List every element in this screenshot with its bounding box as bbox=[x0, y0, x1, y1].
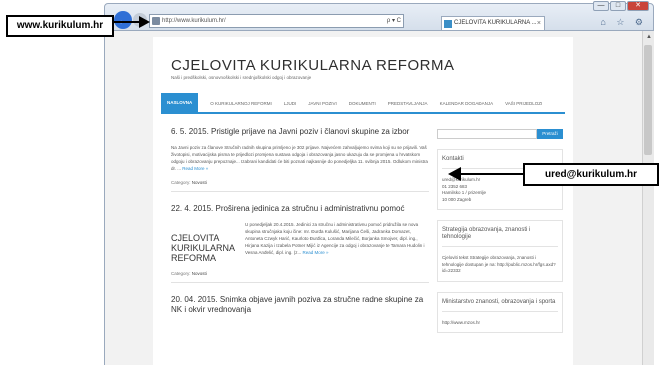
post-excerpt-text: U ponedjeljak 20.4.2015. Jedinici za str… bbox=[245, 222, 425, 255]
forward-arrow-icon[interactable]: → bbox=[133, 13, 147, 27]
browser-chrome: — □ ✕ ← → http://www.kurikulum.hr/ ρ ▾ C… bbox=[104, 1, 654, 31]
tab-label: CJELOVITA KURIKULARNA ... bbox=[454, 20, 537, 26]
strategy-title: Strategija obrazovanja, znanosti i tehno… bbox=[442, 221, 558, 247]
scroll-up-icon[interactable]: ▲ bbox=[646, 34, 652, 40]
post-content-row: CJELOVITA KURIKULARNA REFORMA U ponedjel… bbox=[171, 221, 429, 263]
vertical-scrollbar[interactable]: ▲ bbox=[642, 31, 654, 365]
close-button[interactable]: ✕ bbox=[627, 1, 649, 11]
main-column: 6. 5. 2015. Pristigle prijave na Javni p… bbox=[171, 127, 429, 315]
post: 6. 5. 2015. Pristigle prijave na Javni p… bbox=[171, 127, 429, 185]
search-form: Pretraži bbox=[437, 129, 563, 139]
post-divider bbox=[171, 191, 429, 192]
post-category-link[interactable]: Novosti bbox=[192, 180, 207, 185]
ministry-widget: Ministarstvo znanosti, obrazovanja i spo… bbox=[437, 291, 563, 333]
ministry-title: Ministarstvo znanosti, obrazovanja i spo… bbox=[442, 293, 558, 312]
address-tools[interactable]: ρ ▾ C bbox=[387, 15, 401, 27]
post-category-link[interactable]: Novosti bbox=[192, 271, 207, 276]
nav-item-kalendar[interactable]: KALENDAR DOGAĐANJA bbox=[440, 101, 494, 106]
nav-item-o-kurikularnoj-reformi[interactable]: O KURIKULARNOJ REFORMI bbox=[210, 101, 272, 106]
back-arrow-icon[interactable]: ← bbox=[114, 11, 132, 29]
strategy-widget: Strategija obrazovanja, znanosti i tehno… bbox=[437, 220, 563, 282]
nav-item-javni-pozivi[interactable]: JAVNI POZIVI bbox=[308, 101, 336, 106]
post: 22. 4. 2015. Proširena jedinica za struč… bbox=[171, 204, 429, 276]
scroll-thumb[interactable] bbox=[644, 45, 652, 155]
logo-line: KURIKULARNA bbox=[171, 243, 236, 253]
search-input[interactable] bbox=[437, 129, 537, 139]
read-more-link[interactable]: Read More » bbox=[303, 250, 329, 255]
post-title[interactable]: 22. 4. 2015. Proširena jedinica za struč… bbox=[171, 204, 429, 214]
post-title[interactable]: 6. 5. 2015. Pristigle prijave na Javni p… bbox=[171, 127, 429, 137]
window-controls: — □ ✕ bbox=[593, 1, 649, 11]
logo-line: CJELOVITA bbox=[171, 233, 220, 243]
site-tagline: Naši i predškolski, osnovnoškolski i sre… bbox=[171, 75, 312, 80]
read-more-link[interactable]: Read More » bbox=[182, 166, 208, 171]
email-annotation-label: ured@kurikulum.hr bbox=[523, 163, 659, 186]
nav-item-prijedlozi[interactable]: VAŠI PRIJEDLOZI bbox=[505, 101, 542, 106]
search-button[interactable]: Pretraži bbox=[537, 129, 563, 139]
sidebar: Pretraži Kontakti ured@kurikulum.hr 01 2… bbox=[437, 129, 563, 333]
url-annotation-label: www.kurikulum.hr bbox=[6, 15, 114, 37]
post-excerpt: Na Javni poziv za članove Stručnih radni… bbox=[171, 144, 429, 172]
maximize-button[interactable]: □ bbox=[610, 1, 626, 11]
post-category-label: Category: bbox=[171, 180, 191, 185]
contact-city: 10 000 Zagreb bbox=[442, 196, 472, 202]
post-excerpt-text: Na Javni poziv za članove Stručnih radni… bbox=[171, 145, 428, 171]
address-bar[interactable]: http://www.kurikulum.hr/ ρ ▾ C bbox=[149, 14, 404, 28]
logo-line: REFORMA bbox=[171, 253, 216, 263]
nav-item-predstavljanja[interactable]: PREDSTAVLJANJA bbox=[388, 101, 428, 106]
tab-favicon-icon bbox=[444, 20, 452, 28]
strategy-body[interactable]: Cjeloviti tekst Strategije obrazovanja, … bbox=[442, 247, 558, 275]
site-container: CJELOVITA KURIKULARNA REFORMA Naši i pre… bbox=[153, 37, 573, 365]
post-category: Category: Novosti bbox=[171, 180, 429, 185]
post-category-label: Category: bbox=[171, 271, 191, 276]
page-viewport: ▲ CJELOVITA KURIKULARNA REFORMA Naši i p… bbox=[104, 31, 654, 365]
nav-item-ljudi[interactable]: LJUDI bbox=[284, 101, 297, 106]
post-title[interactable]: 20. 04. 2015. Snimka objave javnih poziv… bbox=[171, 295, 429, 315]
favicon-icon bbox=[152, 17, 160, 25]
browser-tab[interactable]: CJELOVITA KURIKULARNA ... × bbox=[441, 16, 545, 30]
nav-item-dokumenti[interactable]: DOKUMENTI bbox=[349, 101, 376, 106]
nav-item-naslovna[interactable]: NASLOVNA bbox=[161, 93, 199, 113]
minimize-button[interactable]: — bbox=[593, 1, 609, 11]
toolbar-icons[interactable]: ⌂ ☆ ⚙ bbox=[600, 17, 647, 28]
post-excerpt: U ponedjeljak 20.4.2015. Jedinici za str… bbox=[245, 221, 429, 263]
main-nav: NASLOVNA O KURIKULARNOJ REFORMI LJUDI JA… bbox=[161, 93, 565, 114]
post-logo-image[interactable]: CJELOVITA KURIKULARNA REFORMA bbox=[171, 221, 236, 263]
tab-close-icon[interactable]: × bbox=[537, 17, 541, 30]
ministry-link[interactable]: http://www.mzos.hr bbox=[442, 312, 558, 327]
post-divider bbox=[171, 282, 429, 283]
address-text: http://www.kurikulum.hr/ bbox=[162, 18, 226, 24]
site-title[interactable]: CJELOVITA KURIKULARNA REFORMA bbox=[171, 57, 454, 74]
post: 20. 04. 2015. Snimka objave javnih poziv… bbox=[171, 295, 429, 315]
post-category: Category: Novosti bbox=[171, 271, 429, 276]
